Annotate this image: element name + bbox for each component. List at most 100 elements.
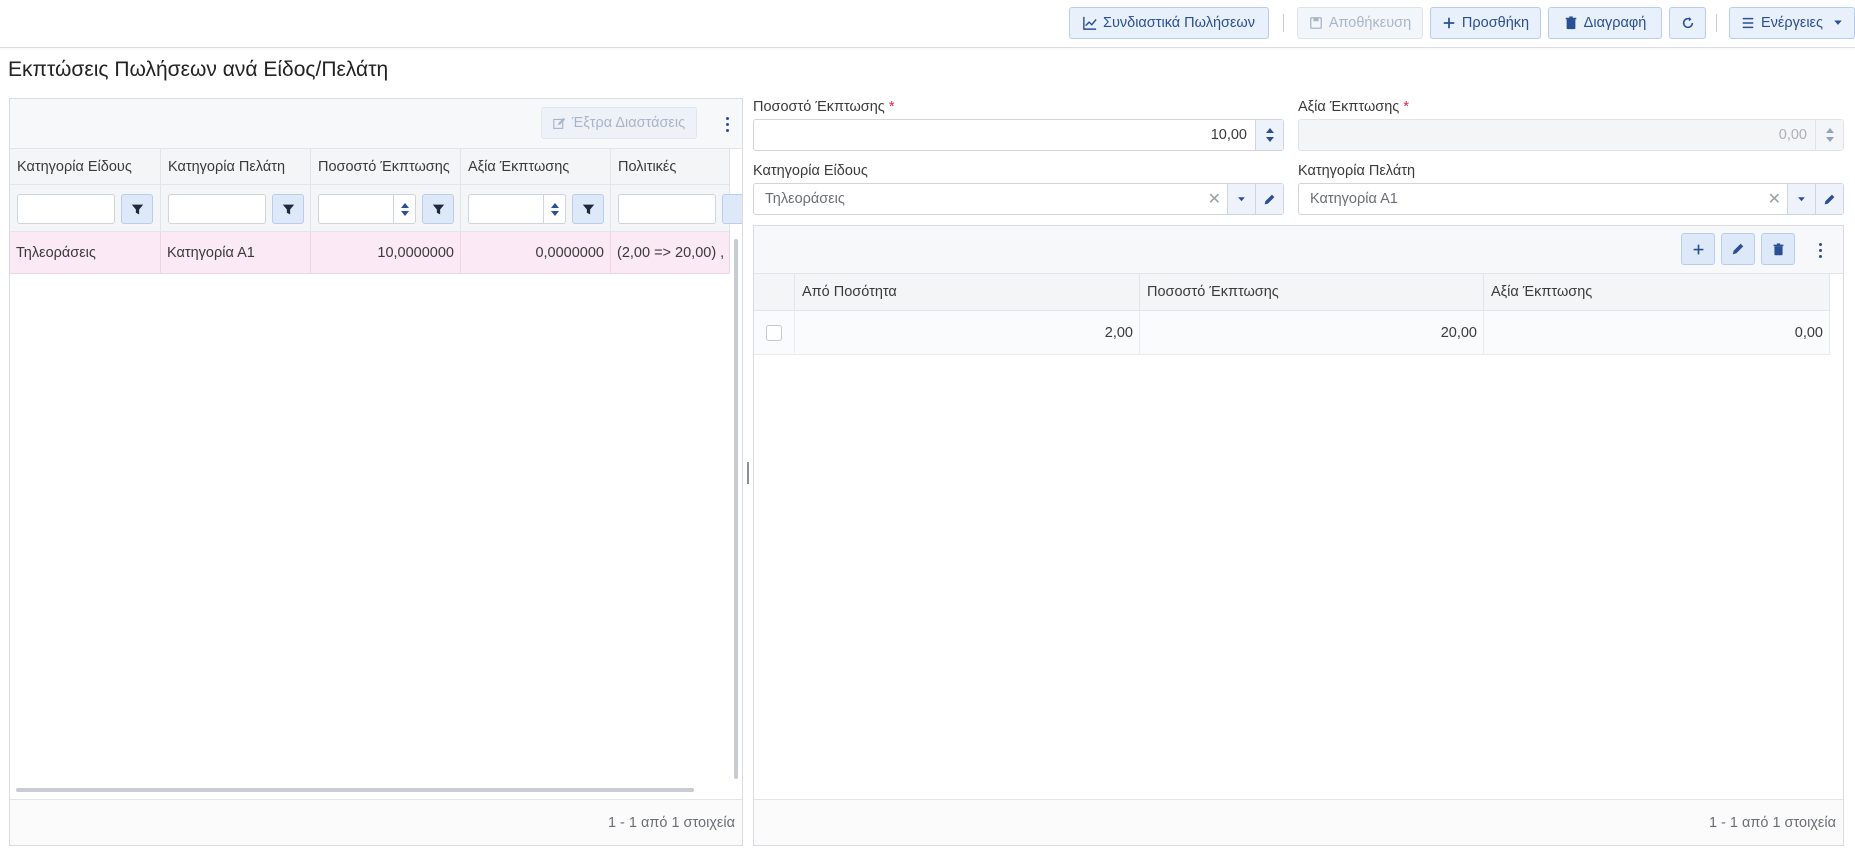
sales-combo-button[interactable]: Συνδιαστικά Πωλήσεων xyxy=(1069,7,1269,39)
column-header[interactable]: Πολιτικές xyxy=(611,149,730,185)
panel-splitter[interactable] xyxy=(747,462,749,484)
extra-dimensions-button[interactable]: Έξτρα Διαστάσεις xyxy=(541,107,697,139)
chart-line-icon xyxy=(1083,16,1097,30)
page-title: Εκπτώσεις Πωλήσεων ανά Είδος/Πελάτη xyxy=(8,58,389,81)
customer-category-value: Κατηγορία Α1 xyxy=(1310,191,1398,207)
column-header[interactable]: Ποσοστό Έκπτωσης xyxy=(311,149,461,185)
delete-button[interactable]: Διαγραφή xyxy=(1548,7,1662,39)
add-label: Προσθήκη xyxy=(1461,15,1530,31)
top-toolbar: Συνδιαστικά Πωλήσεων Αποθήκευση Προσθήκη… xyxy=(0,0,1855,48)
pager-info: 1 - 1 από 1 στοιχεία xyxy=(1708,815,1836,831)
grid-header: Κατηγορία Είδους Κατηγορία Πελάτη Ποσοστ… xyxy=(10,149,730,185)
filter-input[interactable] xyxy=(168,194,266,224)
policies-menu-kebab-icon[interactable] xyxy=(1812,238,1828,262)
refresh-icon xyxy=(1682,16,1693,29)
sales-combo-label: Συνδιαστικά Πωλήσεων xyxy=(1102,15,1256,31)
add-policy-button[interactable] xyxy=(1681,233,1715,265)
grid-filter-row xyxy=(10,185,742,232)
trash-icon xyxy=(1773,242,1783,255)
discount-percent-field[interactable]: 10,00 xyxy=(753,119,1284,151)
discount-value-value: 0,00 xyxy=(1778,127,1807,143)
column-header[interactable]: Από Ποσότητα xyxy=(795,274,1140,310)
filter-icon[interactable] xyxy=(422,194,454,224)
edit-icon[interactable] xyxy=(1815,184,1843,214)
menu-icon xyxy=(1742,17,1754,29)
actions-dropdown[interactable]: Ενέργειες xyxy=(1729,7,1855,39)
discount-value-label: Αξία Έκπτωσης * xyxy=(1298,99,1409,115)
refresh-button[interactable] xyxy=(1669,7,1706,39)
discount-percent-spinner[interactable] xyxy=(1255,120,1283,150)
filter-cell xyxy=(10,185,161,232)
row-checkbox[interactable] xyxy=(766,325,782,341)
grid-menu-kebab-icon[interactable] xyxy=(719,112,735,136)
toolbar-separator xyxy=(1716,14,1717,32)
discount-percent-label: Ποσοστό Έκπτωσης * xyxy=(753,99,895,115)
row-select-cell xyxy=(754,311,795,353)
filter-cell xyxy=(461,185,611,232)
column-header[interactable]: Κατηγορία Είδους xyxy=(10,149,161,185)
policies-grid: Από Ποσότητα Ποσοστό Έκπτωσης Αξία Έκπτω… xyxy=(753,225,1844,846)
cell-customer-category: Κατηγορία Α1 xyxy=(161,232,311,274)
column-header[interactable]: Αξία Έκπτωσης xyxy=(1484,274,1830,310)
extra-dimensions-label: Έξτρα Διαστάσεις xyxy=(571,115,686,131)
add-button[interactable]: Προσθήκη xyxy=(1430,7,1541,39)
cell-discount-percent: 20,00 xyxy=(1140,311,1484,355)
cell-from-quantity: 2,00 xyxy=(795,311,1140,355)
item-category-label: Κατηγορία Είδους xyxy=(753,163,868,179)
save-button[interactable]: Αποθήκευση xyxy=(1297,7,1423,39)
discount-value-field: 0,00 xyxy=(1298,119,1844,151)
column-header[interactable]: Αξία Έκπτωσης xyxy=(461,149,611,185)
policies-pager: 1 - 1 από 1 στοιχεία xyxy=(754,799,1843,845)
chevron-down-icon xyxy=(1834,20,1842,25)
filter-cell xyxy=(311,185,461,232)
policies-toolbar xyxy=(754,226,1843,274)
chevron-down-icon[interactable] xyxy=(1227,184,1255,214)
save-icon xyxy=(1309,17,1322,29)
horizontal-scrollbar[interactable] xyxy=(16,788,694,792)
spinner[interactable] xyxy=(543,195,565,223)
chevron-down-icon[interactable] xyxy=(1787,184,1815,214)
discounts-grid: Έξτρα Διαστάσεις Κατηγορία Είδους Κατηγο… xyxy=(9,98,743,846)
vertical-scrollbar[interactable] xyxy=(734,239,738,779)
cell-policies: (2,00 => 20,00) , xyxy=(611,232,730,274)
grid-pager: 1 - 1 από 1 στοιχεία xyxy=(10,799,742,845)
filter-icon[interactable] xyxy=(572,194,604,224)
clear-icon[interactable]: ✕ xyxy=(1768,189,1781,209)
edit-icon[interactable] xyxy=(1255,184,1283,214)
required-mark: * xyxy=(1403,99,1409,115)
numeric-filter-input[interactable] xyxy=(318,194,416,224)
cell-item-category: Τηλεοράσεις xyxy=(10,232,161,274)
filter-icon[interactable] xyxy=(272,194,304,224)
filter-input[interactable] xyxy=(618,194,716,224)
numeric-filter-input[interactable] xyxy=(468,194,566,224)
table-row[interactable]: 2,00 20,00 0,00 xyxy=(754,311,1830,355)
column-header[interactable]: Κατηγορία Πελάτη xyxy=(161,149,311,185)
plus-icon xyxy=(1443,17,1455,29)
item-category-value: Τηλεοράσεις xyxy=(765,191,845,207)
filter-icon[interactable] xyxy=(722,194,742,224)
filter-cell xyxy=(611,185,742,232)
filter-cell xyxy=(161,185,311,232)
edit-policy-button[interactable] xyxy=(1721,233,1755,265)
filter-icon[interactable] xyxy=(121,194,153,224)
edit-icon xyxy=(553,117,566,129)
cell-discount-value: 0,00 xyxy=(1484,311,1830,355)
customer-category-combobox[interactable]: Κατηγορία Α1 ✕ xyxy=(1298,183,1844,215)
pager-info: 1 - 1 από 1 στοιχεία xyxy=(607,815,735,831)
discount-value-spinner xyxy=(1815,120,1843,150)
delete-policy-button[interactable] xyxy=(1761,233,1795,265)
filter-input[interactable] xyxy=(17,194,115,224)
edit-icon xyxy=(1732,243,1744,255)
policies-grid-header: Από Ποσότητα Ποσοστό Έκπτωσης Αξία Έκπτω… xyxy=(754,274,1830,311)
save-label: Αποθήκευση xyxy=(1328,15,1412,31)
item-category-combobox[interactable]: Τηλεοράσεις ✕ xyxy=(753,183,1284,215)
cell-discount-percent: 10,0000000 xyxy=(311,232,461,274)
spinner[interactable] xyxy=(393,195,415,223)
column-header[interactable]: Ποσοστό Έκπτωσης xyxy=(1140,274,1484,310)
table-row[interactable]: Τηλεοράσεις Κατηγορία Α1 10,0000000 0,00… xyxy=(10,232,730,274)
clear-icon[interactable]: ✕ xyxy=(1208,189,1221,209)
toolbar-separator xyxy=(1283,14,1284,32)
plus-icon xyxy=(1693,244,1703,254)
select-column-header[interactable] xyxy=(754,274,795,310)
required-mark: * xyxy=(888,99,895,115)
